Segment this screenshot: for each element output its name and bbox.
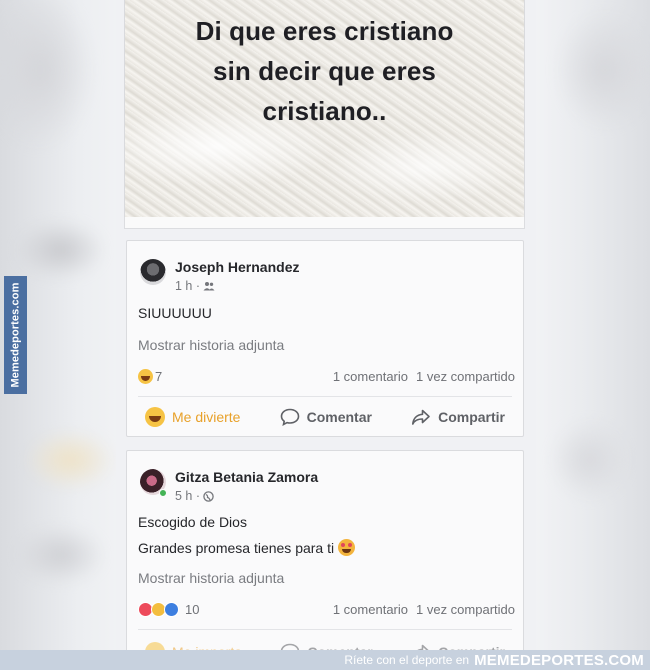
post-meta: 1 h · — [175, 279, 215, 293]
watermark-brand: MEMEDEPORTES.COM — [474, 651, 644, 669]
meme-caption-line-2: sin decir que eres — [213, 56, 436, 86]
share-button[interactable]: Compartir — [411, 408, 505, 426]
image-card-footer — [124, 217, 525, 229]
meme-caption-line-1: Di que eres cristiano — [195, 16, 454, 46]
blurred-background-right — [535, 0, 650, 670]
show-attached-story-link[interactable]: Mostrar historia adjunta — [138, 570, 284, 586]
react-button[interactable]: Me divierte — [145, 407, 240, 427]
post-meta: 5 h · — [175, 489, 214, 503]
post-card: Gitza Betania Zamora 5 h · Escogido de D… — [126, 450, 524, 670]
post-author[interactable]: Gitza Betania Zamora — [175, 469, 318, 485]
post-time[interactable]: 5 h · — [175, 489, 200, 503]
comment-button[interactable]: Comentar — [280, 408, 372, 426]
haha-icon — [145, 407, 165, 427]
friends-icon — [203, 281, 215, 291]
comment-button-label: Comentar — [306, 409, 372, 425]
comment-icon — [280, 408, 300, 426]
avatar[interactable] — [140, 259, 166, 285]
reaction-summary[interactable]: 10 — [138, 601, 200, 617]
post-stats: 7 1 comentario 1 vez compartido — [138, 366, 515, 386]
watermark-tagline: Ríete con el deporte en — [344, 653, 470, 667]
side-watermark-text: Memedeportes.com — [9, 282, 22, 388]
bottom-watermark-banner: Ríete con el deporte en MEMEDEPORTES.COM — [0, 650, 650, 670]
post-author[interactable]: Joseph Hernandez — [175, 259, 299, 275]
post-text: Escogido de Dios — [138, 514, 247, 530]
post-card: Joseph Hernandez 1 h · SIUUUUUU Mostrar … — [126, 240, 524, 437]
meme-image[interactable]: Di que eres cristiano sin decir que eres… — [124, 0, 525, 218]
smiling-heart-eyes-emoji-icon — [338, 539, 356, 556]
globe-icon — [203, 490, 214, 502]
reaction-count: 10 — [185, 601, 200, 617]
share-count[interactable]: 1 vez compartido — [416, 602, 515, 617]
like-reaction-icon — [164, 601, 179, 617]
post-time[interactable]: 1 h · — [175, 279, 200, 293]
haha-reaction-icon — [138, 368, 153, 384]
divider — [138, 629, 512, 630]
react-button-label: Me divierte — [172, 409, 241, 425]
meme-caption: Di que eres cristiano sin decir que eres… — [125, 11, 524, 131]
online-status-dot — [159, 489, 167, 497]
comment-count[interactable]: 1 comentario — [333, 369, 408, 384]
reaction-count: 7 — [155, 368, 163, 384]
post-stats: 10 1 comentario 1 vez compartido — [138, 599, 515, 619]
comment-count[interactable]: 1 comentario — [333, 602, 408, 617]
side-watermark: Memedeportes.com — [4, 276, 27, 394]
show-attached-story-link[interactable]: Mostrar historia adjunta — [138, 337, 284, 353]
divider — [138, 396, 512, 397]
share-button-label: Compartir — [438, 409, 505, 425]
post-actions: Me divierte Comentar Compartir — [135, 402, 515, 432]
share-icon — [411, 408, 431, 426]
reaction-summary[interactable]: 7 — [138, 368, 163, 384]
meme-caption-line-3: cristiano.. — [262, 96, 387, 126]
post-text: Grandes promesa tienes para ti — [138, 540, 335, 556]
post-text-line-2: Grandes promesa tienes para ti — [138, 539, 356, 556]
share-count[interactable]: 1 vez compartido — [416, 369, 515, 384]
post-text: SIUUUUUU — [138, 305, 212, 321]
